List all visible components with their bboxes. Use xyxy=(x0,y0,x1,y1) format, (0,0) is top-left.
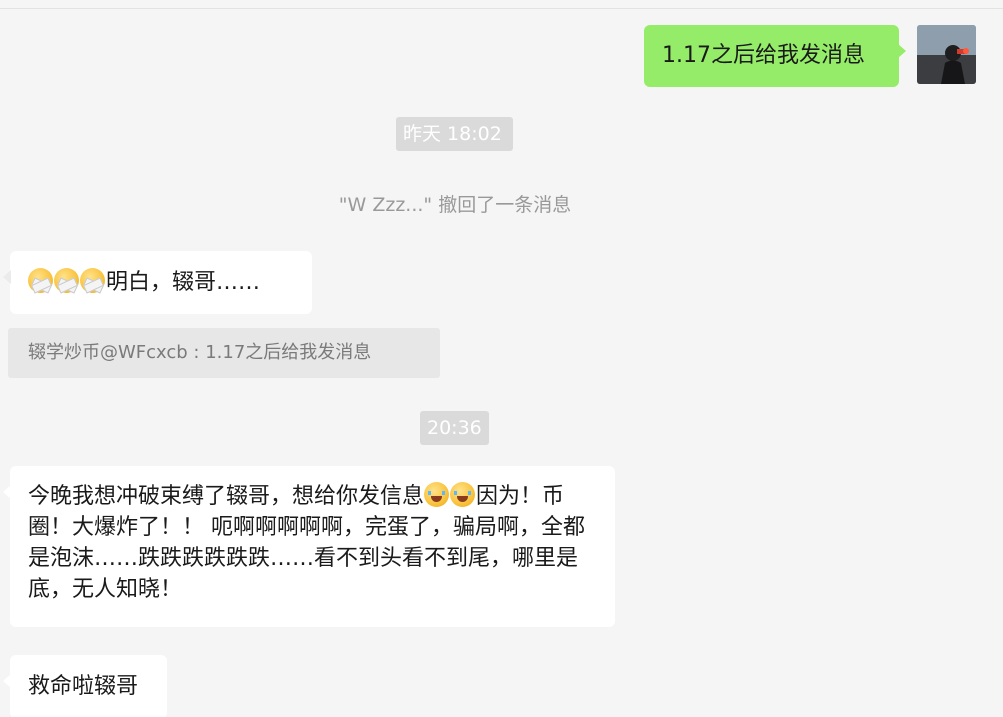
avatar-photo xyxy=(917,25,976,84)
message-text: 救命啦辍哥 xyxy=(28,674,139,699)
message-bubble-received[interactable]: 今晚我想冲破束缚了辍哥，想给你发信息 因为！币圈！大爆炸了！！ 呃啊啊啊啊啊，完蛋… xyxy=(3,466,615,627)
quoted-message[interactable]: 辍学炒币@WFcxcb : 1.17之后给我发消息 xyxy=(8,328,440,378)
mouth-taped-emoji-icon xyxy=(28,268,53,293)
message-text: 明白，辍哥…… xyxy=(106,270,261,295)
timestamp: 20:36 xyxy=(420,411,489,445)
message-text: 1.17之后给我发消息 xyxy=(662,43,865,68)
message-bubble-sent[interactable]: 1.17之后给我发消息 xyxy=(644,25,906,87)
message-bubble-received[interactable]: 明白，辍哥…… xyxy=(3,251,312,314)
message-bubble-received[interactable]: 救命啦辍哥 xyxy=(3,655,167,717)
mouth-taped-emoji-icon xyxy=(80,268,105,293)
mouth-taped-emoji-icon xyxy=(54,268,79,293)
avatar[interactable] xyxy=(917,25,976,84)
chat-window: 1.17之后给我发消息 昨天 18:02 "W Zzz..." 撤回了一条消息 … xyxy=(0,0,1003,717)
top-divider xyxy=(0,0,1003,9)
message-text-lead: 今晚我想冲破束缚了辍哥，想给你发信息 xyxy=(28,484,425,509)
recall-notice: "W Zzz..." 撤回了一条消息 xyxy=(338,194,572,216)
crying-emoji-icon xyxy=(424,482,450,507)
timestamp: 昨天 18:02 xyxy=(396,117,513,151)
crying-emoji-icon xyxy=(450,482,476,507)
